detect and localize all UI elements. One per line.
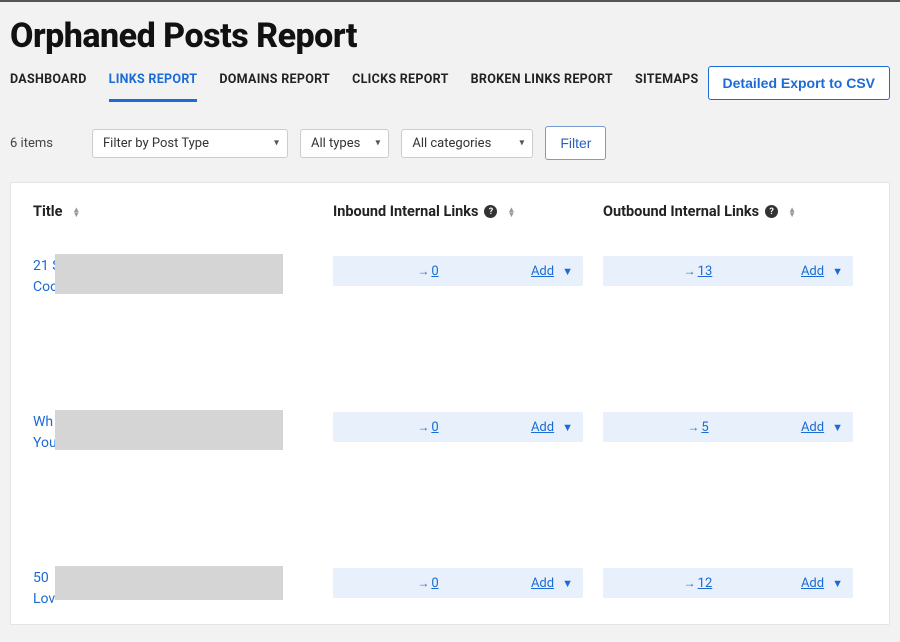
filter-types-select[interactable]: All types ▾ (300, 129, 389, 158)
column-title[interactable]: Title ▲▼ (33, 203, 333, 220)
filter-categories-label: All categories (412, 136, 491, 151)
outbound-pill: →5 Add ▼ (603, 412, 853, 442)
post-title-line1: Wh (33, 414, 53, 430)
outbound-cell: →5 Add ▼ (603, 412, 867, 442)
column-outbound-label: Outbound Internal Links (603, 203, 759, 220)
filter-categories-select[interactable]: All categories ▾ (401, 129, 533, 158)
items-count: 6 items (10, 136, 70, 151)
chevron-down-icon[interactable]: ▼ (832, 265, 843, 278)
redacted-block (55, 566, 283, 600)
arrow-right-icon: → (687, 420, 699, 434)
outbound-count-link[interactable]: 13 (698, 264, 713, 279)
column-title-label: Title (33, 203, 62, 220)
add-inbound-button[interactable]: Add (523, 420, 562, 435)
filter-post-type-label: Filter by Post Type (103, 136, 209, 151)
column-inbound-label: Inbound Internal Links (333, 203, 478, 220)
table-row: Wh You →0 Add ▼ (33, 398, 867, 554)
table-row: 50 Lov →0 Add ▼ (33, 554, 867, 624)
chevron-down-icon[interactable]: ▼ (832, 421, 843, 434)
results-panel: Title ▲▼ Inbound Internal Links ? ▲▼ Out… (10, 182, 890, 625)
inbound-count[interactable]: →0 (333, 264, 523, 279)
table-body: 21 S Coo →0 Add ▼ (11, 242, 889, 624)
inbound-count-link[interactable]: 0 (431, 264, 438, 279)
title-cell: 21 S Coo (33, 256, 333, 298)
add-outbound-button[interactable]: Add (793, 264, 832, 279)
inbound-pill: →0 Add ▼ (333, 568, 583, 598)
arrow-right-icon: → (417, 576, 429, 590)
tab-links-report[interactable]: LINKS REPORT (109, 64, 198, 102)
sort-icon: ▲▼ (788, 207, 796, 217)
tab-broken-links-report[interactable]: BROKEN LINKS REPORT (471, 64, 613, 102)
page-title: Orphaned Posts Report (10, 16, 890, 56)
add-inbound-button[interactable]: Add (523, 264, 562, 279)
tabs: DASHBOARD LINKS REPORT DOMAINS REPORT CL… (10, 64, 699, 102)
inbound-cell: →0 Add ▼ (333, 412, 603, 442)
outbound-count[interactable]: →12 (603, 576, 793, 591)
column-inbound[interactable]: Inbound Internal Links ? ▲▼ (333, 203, 603, 220)
redacted-block (55, 410, 283, 450)
chevron-down-icon: ▾ (274, 138, 279, 149)
filter-button[interactable]: Filter (545, 126, 606, 160)
column-outbound[interactable]: Outbound Internal Links ? ▲▼ (603, 203, 867, 220)
tab-clicks-report[interactable]: CLICKS REPORT (352, 64, 449, 102)
outbound-pill: →13 Add ▼ (603, 256, 853, 286)
arrow-right-icon: → (684, 576, 696, 590)
inbound-pill: →0 Add ▼ (333, 256, 583, 286)
add-outbound-button[interactable]: Add (793, 420, 832, 435)
export-csv-button[interactable]: Detailed Export to CSV (708, 66, 890, 100)
post-title-line1: 50 (33, 570, 49, 586)
chevron-down-icon[interactable]: ▼ (562, 265, 573, 278)
inbound-count[interactable]: →0 (333, 576, 523, 591)
outbound-cell: →13 Add ▼ (603, 256, 867, 286)
arrow-right-icon: → (417, 264, 429, 278)
filter-post-type-select[interactable]: Filter by Post Type ▾ (92, 129, 288, 158)
tab-bar: DASHBOARD LINKS REPORT DOMAINS REPORT CL… (10, 64, 890, 102)
chevron-down-icon[interactable]: ▼ (832, 577, 843, 590)
inbound-cell: →0 Add ▼ (333, 568, 603, 598)
title-cell: Wh You (33, 412, 333, 454)
tab-dashboard[interactable]: DASHBOARD (10, 64, 87, 102)
inbound-count-link[interactable]: 0 (431, 576, 438, 591)
inbound-count[interactable]: →0 (333, 420, 523, 435)
arrow-right-icon: → (684, 264, 696, 278)
outbound-count[interactable]: →5 (603, 420, 793, 435)
title-cell: 50 Lov (33, 568, 333, 610)
add-outbound-button[interactable]: Add (793, 576, 832, 591)
redacted-block (55, 254, 283, 294)
post-title-line2: You (33, 435, 57, 451)
sort-icon: ▲▼ (507, 207, 515, 217)
filter-types-label: All types (311, 136, 360, 151)
table-row: 21 S Coo →0 Add ▼ (33, 242, 867, 398)
arrow-right-icon: → (417, 420, 429, 434)
outbound-count-link[interactable]: 5 (701, 420, 708, 435)
tab-sitemaps[interactable]: SITEMAPS (635, 64, 699, 102)
chevron-down-icon[interactable]: ▼ (562, 421, 573, 434)
help-icon[interactable]: ? (765, 205, 778, 218)
help-icon[interactable]: ? (484, 205, 497, 218)
inbound-cell: →0 Add ▼ (333, 256, 603, 286)
outbound-pill: →12 Add ▼ (603, 568, 853, 598)
chevron-down-icon: ▾ (375, 138, 380, 149)
outbound-count[interactable]: →13 (603, 264, 793, 279)
outbound-cell: →12 Add ▼ (603, 568, 867, 598)
add-inbound-button[interactable]: Add (523, 576, 562, 591)
outbound-count-link[interactable]: 12 (698, 576, 713, 591)
post-title-line2: Lov (33, 591, 55, 607)
tab-domains-report[interactable]: DOMAINS REPORT (219, 64, 330, 102)
inbound-pill: →0 Add ▼ (333, 412, 583, 442)
inbound-count-link[interactable]: 0 (431, 420, 438, 435)
filter-bar: 6 items Filter by Post Type ▾ All types … (10, 126, 890, 160)
table-header: Title ▲▼ Inbound Internal Links ? ▲▼ Out… (11, 183, 889, 242)
sort-icon: ▲▼ (72, 207, 80, 217)
chevron-down-icon[interactable]: ▼ (562, 577, 573, 590)
chevron-down-icon: ▾ (519, 138, 524, 149)
